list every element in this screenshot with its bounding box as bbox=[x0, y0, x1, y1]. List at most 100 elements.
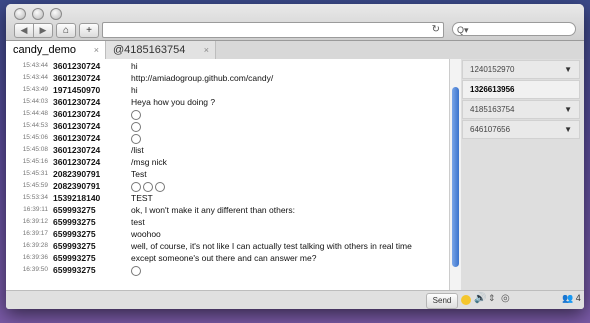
roster-user-id: 1240152970 bbox=[470, 65, 515, 74]
tab-label: candy_demo bbox=[13, 44, 76, 56]
emoticon-message bbox=[131, 120, 143, 132]
scroll-thumb[interactable] bbox=[452, 87, 459, 267]
message-author[interactable]: 659993275 bbox=[53, 264, 96, 276]
chevron-down-icon[interactable]: ▼ bbox=[564, 61, 572, 78]
message-text: /list bbox=[131, 145, 144, 155]
message-text: ok, I won't make it any different than o… bbox=[131, 205, 295, 215]
back-button[interactable]: ◀ bbox=[14, 23, 34, 38]
roster-sidebar: 1240152970 ▼ 1326613956 4185163754 ▼ 64610… bbox=[461, 59, 584, 290]
emoticon-message bbox=[131, 264, 143, 276]
message-text: hi bbox=[131, 85, 138, 95]
close-window-button[interactable] bbox=[14, 8, 26, 20]
reload-icon[interactable]: ↻ bbox=[432, 23, 440, 37]
nav-buttons: ◀ ▶ bbox=[14, 23, 53, 38]
message-scrollbar[interactable] bbox=[449, 59, 461, 290]
message-text: TEST bbox=[131, 193, 153, 203]
home-button[interactable]: ⌂ bbox=[56, 23, 76, 38]
message-author[interactable]: 659993275 bbox=[53, 204, 96, 216]
message-author[interactable]: 1971450970 bbox=[53, 84, 100, 96]
message-text: Heya how you doing ? bbox=[131, 97, 216, 107]
message-time: 16:39:50 bbox=[22, 266, 48, 273]
message-time: 15:44:48 bbox=[22, 110, 48, 117]
home-icon: ⌂ bbox=[62, 25, 70, 36]
message-author[interactable]: 3601230724 bbox=[53, 156, 100, 168]
emoticons-icon[interactable] bbox=[461, 295, 471, 305]
emoticon-message bbox=[131, 108, 143, 120]
roster-item[interactable]: 1240152970 ▼ bbox=[462, 60, 580, 79]
message-text: except someone's out there and can answe… bbox=[131, 253, 317, 263]
roster-item[interactable]: 4185163754 ▼ bbox=[462, 100, 580, 119]
roster-user-id: 4185163754 bbox=[470, 105, 515, 114]
message-time: 15:45:59 bbox=[22, 182, 48, 189]
add-icon: + bbox=[86, 25, 92, 36]
message-author[interactable]: 2082390791 bbox=[53, 180, 100, 192]
user-count: 👥 4 bbox=[562, 293, 581, 304]
message-author[interactable]: 2082390791 bbox=[53, 168, 100, 180]
forward-button[interactable]: ▶ bbox=[34, 23, 53, 38]
message-author[interactable]: 3601230724 bbox=[53, 120, 100, 132]
message-pane: 15:43:44 3601230724 hi 15:43:44 3601230724 h… bbox=[6, 59, 449, 290]
message-time: 15:44:03 bbox=[22, 98, 48, 105]
message-time: 16:39:17 bbox=[22, 230, 48, 237]
close-icon[interactable]: × bbox=[94, 41, 99, 59]
add-bookmark-button[interactable]: + bbox=[79, 23, 99, 38]
message-time: 15:45:16 bbox=[22, 158, 48, 165]
message-time: 15:43:44 bbox=[22, 74, 48, 81]
message-text: hi bbox=[131, 61, 138, 71]
message-time: 16:39:28 bbox=[22, 242, 48, 249]
title-bar: ◀ ▶ ⌂ + ↻ Q▾ bbox=[6, 4, 584, 41]
sad-icon bbox=[131, 265, 141, 276]
emoticon-message bbox=[131, 132, 143, 144]
message-author[interactable]: 3601230724 bbox=[53, 60, 100, 72]
message-author[interactable]: 3601230724 bbox=[53, 108, 100, 120]
minimize-window-button[interactable] bbox=[32, 8, 44, 20]
message-time: 16:39:36 bbox=[22, 254, 48, 261]
tab-private-chat[interactable]: @4185163754 × bbox=[106, 41, 216, 59]
smiley-icon bbox=[131, 181, 141, 192]
message-text[interactable]: http://amiadogroup.github.com/candy/ bbox=[131, 72, 273, 84]
message-author[interactable]: 3601230724 bbox=[53, 96, 100, 108]
chevron-down-icon[interactable]: ▼ bbox=[564, 121, 572, 138]
close-icon[interactable]: × bbox=[204, 41, 209, 59]
message-time: 15:43:49 bbox=[22, 86, 48, 93]
wink-icon bbox=[131, 121, 141, 132]
message-author[interactable]: 3601230724 bbox=[53, 132, 100, 144]
message-input-bar: Send 🔊 ⇕ ◎ 👥 4 bbox=[6, 290, 584, 309]
smiley-icon bbox=[143, 181, 153, 192]
zoom-window-button[interactable] bbox=[50, 8, 62, 20]
message-author[interactable]: 659993275 bbox=[53, 228, 96, 240]
scroll-toggle-icon[interactable]: ⇕ bbox=[488, 293, 496, 304]
sound-icon[interactable]: 🔊 bbox=[474, 293, 486, 304]
user-count-value: 4 bbox=[575, 293, 581, 303]
tab-label: @4185163754 bbox=[113, 44, 186, 56]
message-author[interactable]: 3601230724 bbox=[53, 144, 100, 156]
url-bar[interactable]: ↻ bbox=[102, 22, 444, 38]
search-input[interactable]: Q▾ bbox=[452, 22, 576, 36]
roster-item[interactable]: 646107656 ▼ bbox=[462, 120, 580, 139]
message-time: 16:39:12 bbox=[22, 218, 48, 225]
message-text: Test bbox=[131, 169, 147, 179]
message-time: 15:44:53 bbox=[22, 122, 48, 129]
settings-icon[interactable]: ◎ bbox=[501, 293, 510, 304]
chevron-down-icon[interactable]: ▼ bbox=[564, 101, 572, 118]
message-time: 15:53:34 bbox=[22, 194, 48, 201]
window-controls bbox=[14, 8, 62, 20]
message-author[interactable]: 659993275 bbox=[53, 240, 96, 252]
back-icon: ◀ bbox=[20, 25, 28, 35]
browser-window: ◀ ▶ ⌂ + ↻ Q▾ candy_demo × @4185163754 × … bbox=[6, 4, 584, 309]
smiley-icon bbox=[155, 181, 165, 192]
message-author[interactable]: 1539218140 bbox=[53, 192, 100, 204]
tab-candy-demo[interactable]: candy_demo × bbox=[6, 41, 106, 59]
send-button[interactable]: Send bbox=[426, 293, 458, 309]
message-time: 16:39:11 bbox=[23, 206, 48, 213]
message-time: 15:45:06 bbox=[22, 134, 48, 141]
roster-item[interactable]: 1326613956 bbox=[462, 80, 580, 99]
message-text: woohoo bbox=[131, 229, 161, 239]
emoticon-message bbox=[131, 180, 167, 192]
grin-icon bbox=[131, 133, 141, 144]
message-time: 15:45:08 bbox=[22, 146, 48, 153]
message-author[interactable]: 659993275 bbox=[53, 216, 96, 228]
roster-user-id: 646107656 bbox=[470, 125, 511, 134]
message-author[interactable]: 3601230724 bbox=[53, 72, 100, 84]
message-author[interactable]: 659993275 bbox=[53, 252, 96, 264]
